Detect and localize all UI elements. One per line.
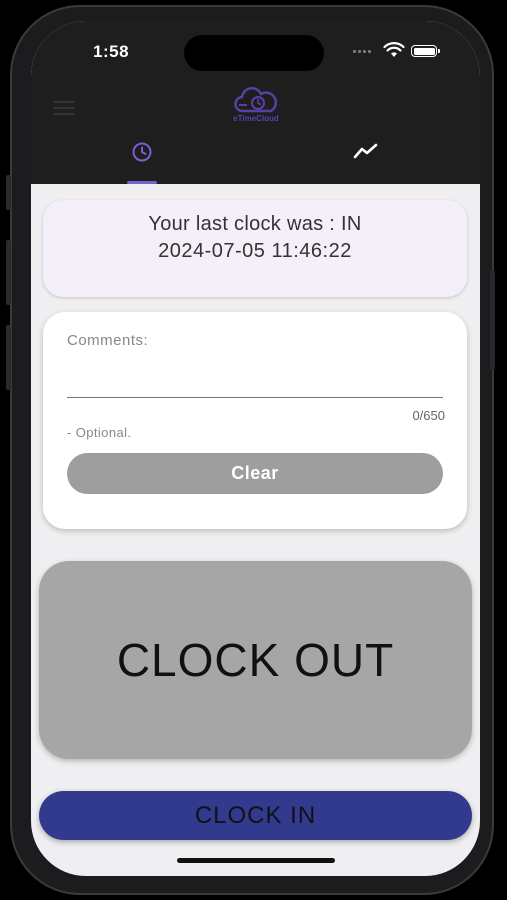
last-clock-timestamp: 2024-07-05 11:46:22 <box>158 240 352 262</box>
wifi-icon <box>383 42 405 57</box>
app-logo: eTimeCloud <box>221 87 291 129</box>
volume-down-button <box>6 325 11 390</box>
cloud-clock-logo-icon <box>234 87 278 113</box>
dynamic-island <box>184 35 324 71</box>
tab-clock[interactable] <box>127 141 157 184</box>
comments-helper-text: - Optional. <box>67 425 132 440</box>
clock-in-button[interactable]: CLOCK IN <box>39 791 472 840</box>
app-screen: 1:58 eTimeCloud Your last clock was: IN… <box>31 21 480 876</box>
last-clock-card: Your last clock was : IN 2024-07-05 11:4… <box>43 200 467 297</box>
tab-statistics[interactable] <box>351 141 381 184</box>
chart-trend-icon <box>353 143 378 159</box>
clear-button[interactable]: Clear <box>67 453 443 494</box>
home-indicator[interactable] <box>177 858 335 863</box>
comments-input[interactable] <box>67 354 443 398</box>
volume-up-button <box>6 240 11 305</box>
active-tab-indicator <box>127 181 157 184</box>
battery-icon <box>411 45 440 57</box>
clock-out-button[interactable]: CLOCK OUT <box>39 561 472 759</box>
app-header: 1:58 eTimeCloud <box>31 21 480 184</box>
last-clock-status: Your last clock was : IN <box>148 213 362 235</box>
comments-card: Comments: 0/650 - Optional. Clear <box>43 312 467 529</box>
signal-icon <box>353 50 371 53</box>
mute-switch <box>6 175 11 210</box>
clock-icon <box>132 142 152 162</box>
power-button <box>490 270 495 370</box>
status-time: 1:58 <box>93 42 130 61</box>
logo-text: eTimeCloud <box>233 114 279 123</box>
comments-char-count: 0/650 <box>412 408 445 423</box>
hamburger-menu-icon[interactable] <box>53 101 75 117</box>
comments-label: Comments: <box>67 332 149 349</box>
